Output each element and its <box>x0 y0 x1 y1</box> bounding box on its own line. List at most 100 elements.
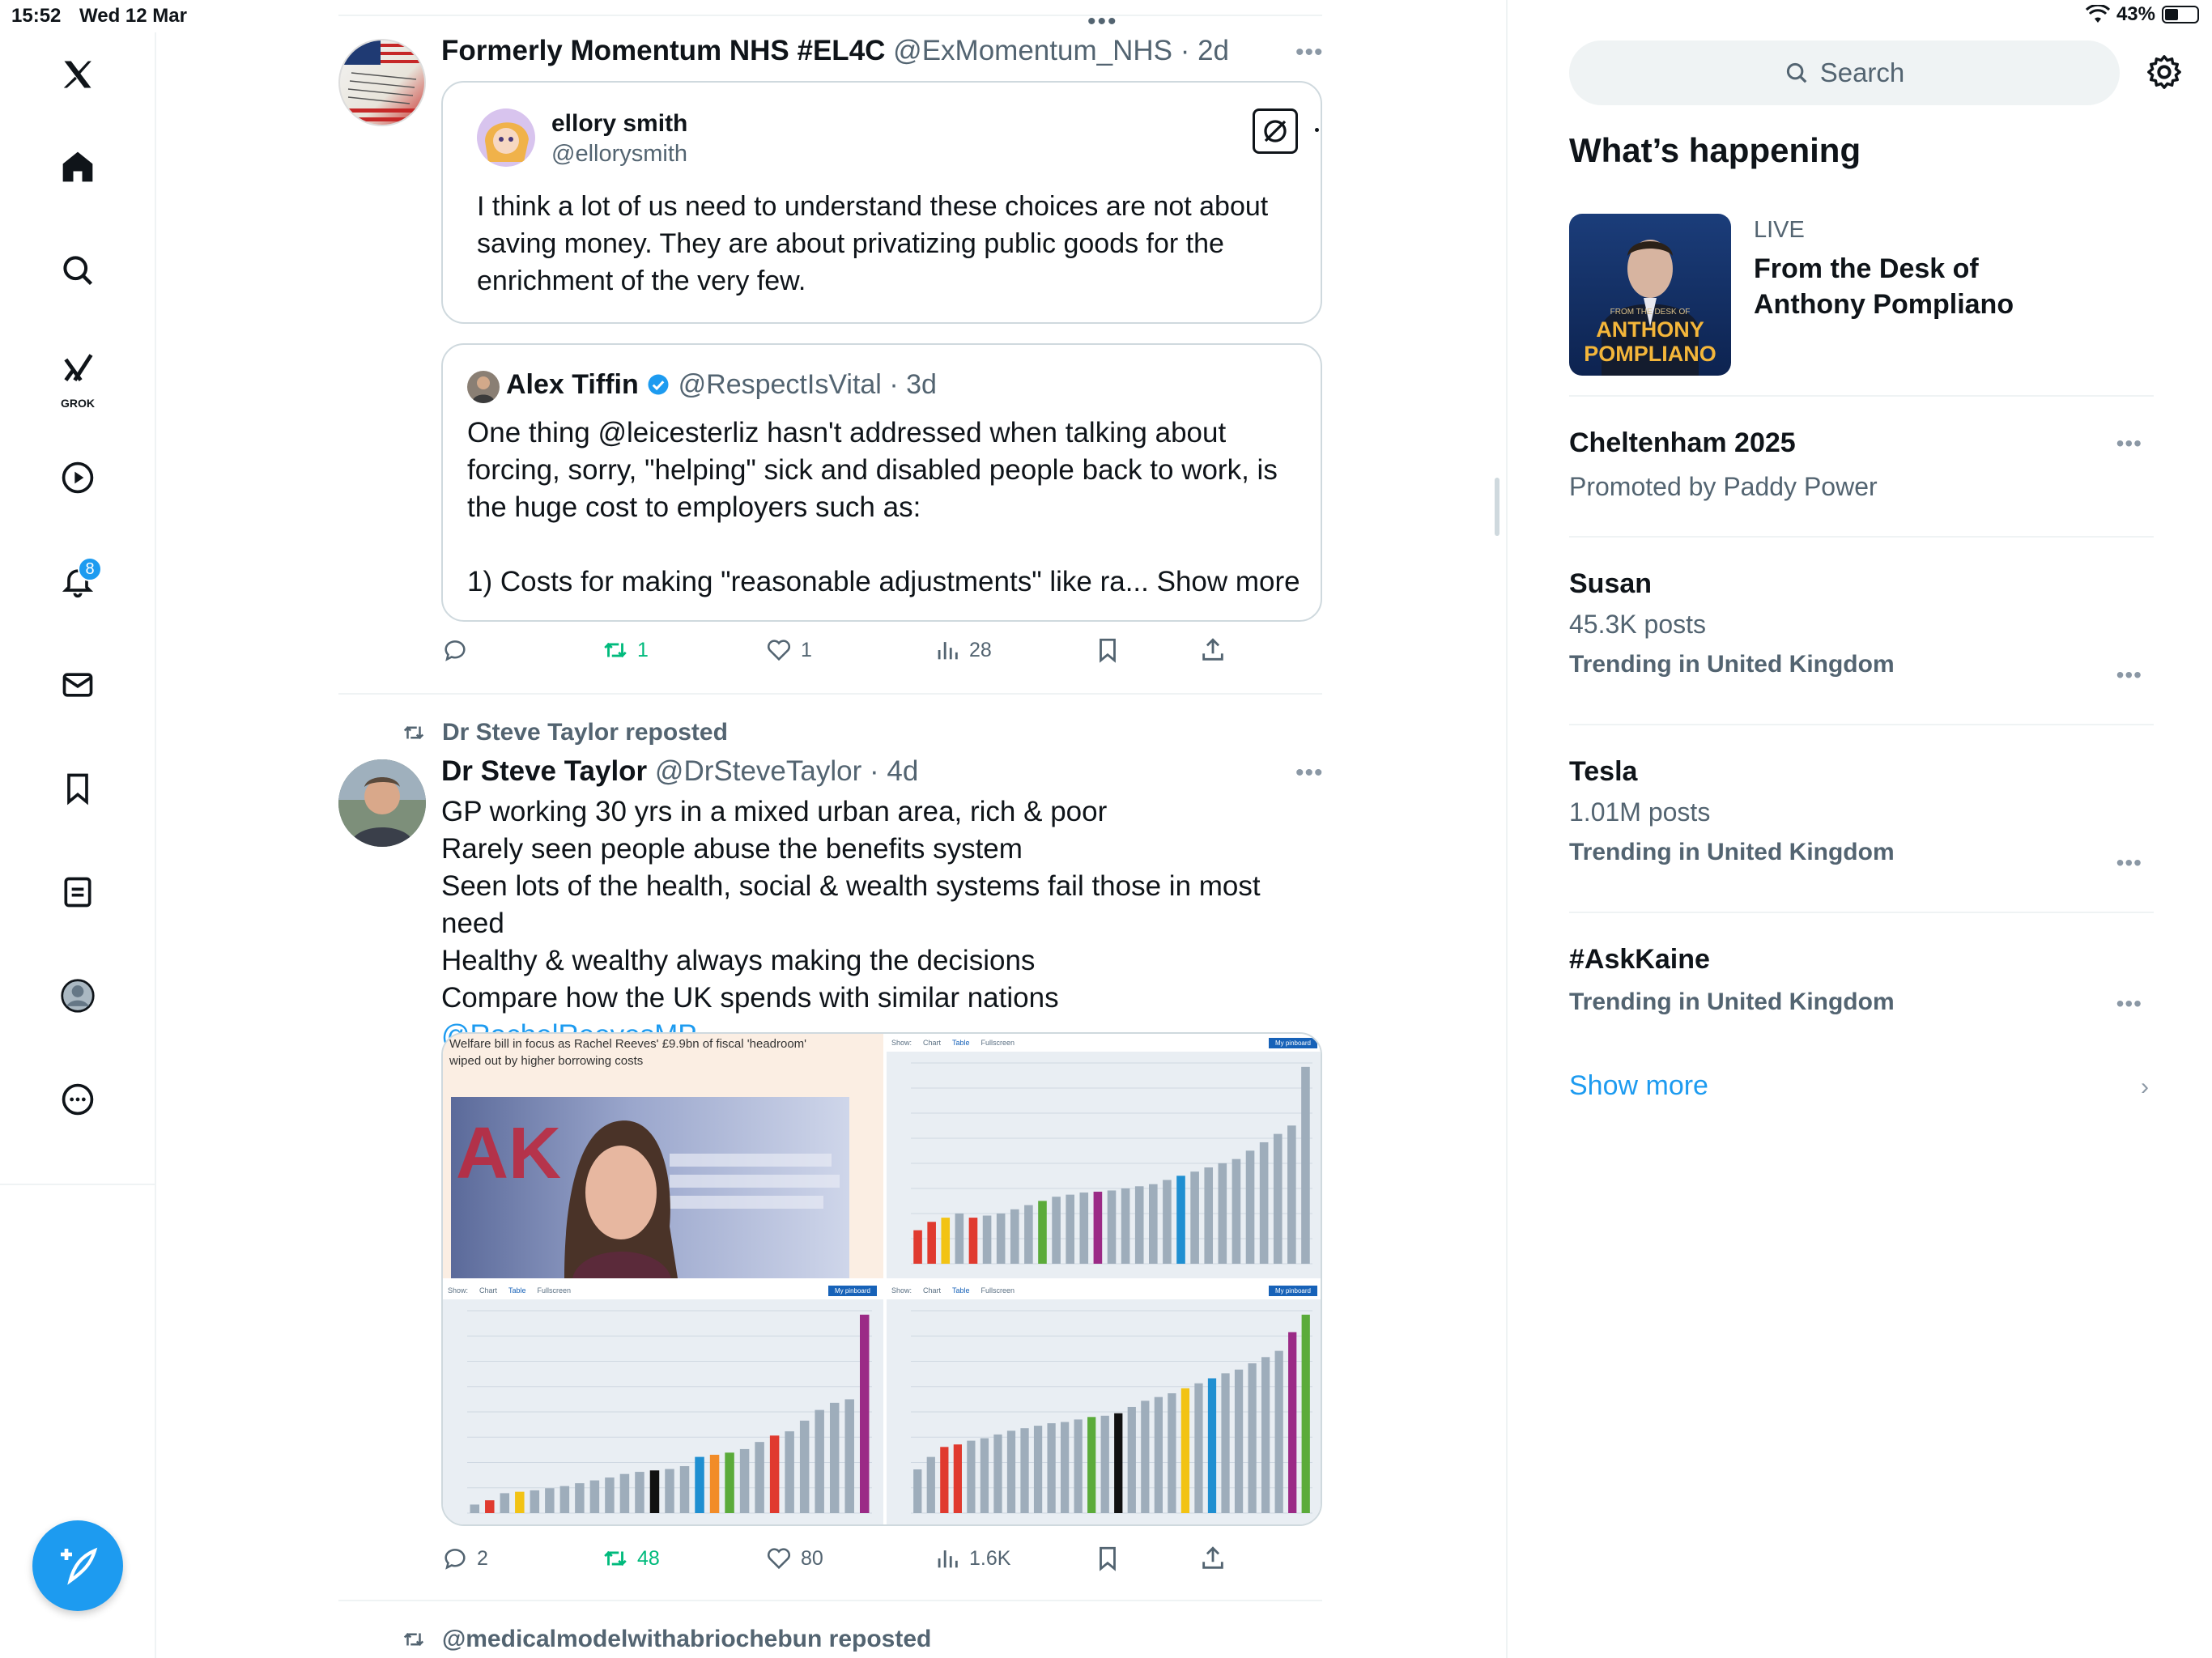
show-more-trends-link[interactable]: Show more <box>1569 1070 1708 1102</box>
x-logo-icon[interactable] <box>52 49 104 100</box>
views-button[interactable]: 28 <box>934 636 992 664</box>
chart-bar <box>725 1452 734 1513</box>
trend-item[interactable]: Susan 45.3K posts Trending in United Kin… <box>1569 568 2154 687</box>
messages-envelope-icon[interactable] <box>52 659 104 711</box>
show-more-link[interactable]: Show more <box>1157 566 1300 597</box>
chart-1-toolbar: Show: Chart Table Fullscreen My pinboard <box>887 1034 1321 1052</box>
chart-bar <box>1273 1133 1283 1264</box>
post-time[interactable]: · 4d <box>870 755 918 787</box>
drag-handle-dots[interactable]: ••• <box>1087 8 1118 36</box>
fullscreen-button[interactable]: Fullscreen <box>981 1286 1015 1295</box>
like-button[interactable]: 1 <box>765 636 812 664</box>
notifications-bell-icon[interactable]: 8 <box>52 555 104 607</box>
author-name[interactable]: Formerly Momentum NHS #EL4C <box>441 35 885 66</box>
chart-bar <box>1074 1419 1083 1513</box>
more-options-icon[interactable] <box>52 1073 104 1125</box>
chart-bar <box>1231 1158 1241 1264</box>
post-media-grid[interactable]: Welfare bill in focus as Rachel Reeves' … <box>441 1032 1322 1526</box>
fullscreen-button[interactable]: Fullscreen <box>981 1039 1015 1047</box>
repost-button[interactable]: 1 <box>602 636 649 664</box>
bookmark-button[interactable] <box>1094 1545 1121 1572</box>
bookmark-icon <box>1100 638 1116 663</box>
grok-icon[interactable]: GROK <box>52 342 104 410</box>
trend-meta: 1.01M posts <box>1569 797 1711 827</box>
trend-more-button[interactable]: ••• <box>2116 991 2142 1017</box>
notifications-badge: 8 <box>78 557 102 581</box>
chart-3[interactable]: Show: Chart Table Fullscreen My pinboard <box>887 1282 1321 1524</box>
chart-2[interactable]: Show: Chart Table Fullscreen My pinboard <box>443 1282 883 1524</box>
chart-bar <box>1163 1180 1172 1264</box>
chart-tab[interactable]: Chart <box>923 1039 941 1047</box>
pinboard-button[interactable]: My pinboard <box>1268 1285 1317 1296</box>
pinboard-button[interactable]: My pinboard <box>1268 1037 1317 1048</box>
split-view-handle[interactable] <box>1495 478 1499 536</box>
bookmarks-icon[interactable] <box>52 763 104 814</box>
like-button[interactable]: 80 <box>765 1545 823 1572</box>
table-tab[interactable]: Table <box>508 1286 526 1295</box>
post-more-button[interactable]: ••• <box>1295 39 1324 66</box>
chart-1[interactable]: Show: Chart Table Fullscreen My pinboard <box>887 1034 1321 1278</box>
table-tab[interactable]: Table <box>952 1039 970 1047</box>
table-tab[interactable]: Table <box>952 1286 970 1295</box>
compose-post-button[interactable] <box>32 1520 123 1611</box>
chart-show-label: Show: <box>891 1039 912 1047</box>
search-input[interactable]: Search <box>1569 40 2120 105</box>
author-avatar[interactable] <box>338 39 426 126</box>
home-icon[interactable] <box>52 141 104 193</box>
quoted-post-card-2[interactable]: Alex Tiffin @RespectIsVital · 3d One thi… <box>441 343 1322 622</box>
chart-bar <box>1301 1314 1310 1513</box>
trend-location: Trending in United Kingdom <box>1569 651 1895 678</box>
chart-bar <box>844 1399 854 1513</box>
reply-icon <box>445 640 466 661</box>
author-name[interactable]: Dr Steve Taylor <box>441 755 647 787</box>
trend-item[interactable]: Tesla 1.01M posts Trending in United Kin… <box>1569 756 2154 875</box>
bookmark-button[interactable] <box>1094 636 1121 664</box>
repost-attribution[interactable]: Dr Steve Taylor reposted <box>400 719 728 746</box>
live-title[interactable]: From the Desk of Anthony Pompliano <box>1754 251 2014 322</box>
settings-gear-icon[interactable] <box>2146 53 2183 91</box>
quote2-line: 1) Costs for making "reasonable adjustme… <box>467 566 1149 597</box>
chart-bar <box>1127 1406 1136 1513</box>
chart-tab[interactable]: Chart <box>923 1286 941 1295</box>
post-time[interactable]: · 2d <box>1180 35 1229 66</box>
fullscreen-button[interactable]: Fullscreen <box>538 1286 572 1295</box>
chart-tab[interactable]: Chart <box>479 1286 497 1295</box>
reply-button[interactable] <box>441 636 477 664</box>
pinboard-button[interactable]: My pinboard <box>827 1285 877 1296</box>
post-line: GP working 30 yrs in a mixed urban area,… <box>441 796 1108 827</box>
reply-button[interactable]: 2 <box>441 1545 488 1572</box>
repost-button[interactable]: 48 <box>602 1545 660 1572</box>
steve-taylor-avatar[interactable] <box>338 759 426 847</box>
video-play-icon[interactable] <box>52 452 104 504</box>
post-more-button[interactable]: ••• <box>1295 759 1324 787</box>
chart-bar <box>1024 1205 1033 1264</box>
lists-icon[interactable] <box>52 866 104 918</box>
trend-more-button[interactable]: ••• <box>2116 662 2142 688</box>
author-handle[interactable]: @DrSteveTaylor <box>655 755 861 787</box>
trend-more-button[interactable]: ••• <box>2116 850 2142 876</box>
profile-icon[interactable] <box>52 970 104 1022</box>
trend-item[interactable]: Cheltenham 2025 Promoted by Paddy Power … <box>1569 427 2154 502</box>
heart-icon <box>767 640 791 661</box>
post-line: Rarely seen people abuse the benefits sy… <box>441 833 1023 865</box>
news-article-image[interactable]: Welfare bill in focus as Rachel Reeves' … <box>443 1034 883 1278</box>
trend-item[interactable]: #AskKaine Trending in United Kingdom ••• <box>1569 944 2154 1016</box>
views-button[interactable]: 1.6K <box>934 1545 1010 1572</box>
trend-more-button[interactable]: ••• <box>2116 431 2142 457</box>
quoted-post-card[interactable]: ellory smith @ellorysmith I think a lot … <box>441 81 1322 324</box>
chart-bar <box>1168 1393 1176 1513</box>
chart-bar <box>785 1431 794 1513</box>
repost-attribution[interactable]: @medicalmodelwithabriochebun reposted <box>400 1626 931 1653</box>
platform-logo-icon[interactable] <box>1253 108 1298 154</box>
chart-bar <box>1047 1423 1056 1513</box>
chart-bar <box>1274 1350 1283 1513</box>
author-handle[interactable]: @ExMomentum_NHS <box>893 35 1172 66</box>
chevron-right-icon: › <box>2141 1073 2149 1100</box>
chart-bar <box>1221 1373 1230 1513</box>
search-nav-icon[interactable] <box>52 244 104 296</box>
share-button[interactable] <box>1199 1545 1227 1572</box>
share-button[interactable] <box>1199 636 1227 664</box>
chart-bar <box>1288 1332 1297 1513</box>
chart-bar <box>980 1438 989 1513</box>
live-thumbnail[interactable]: FROM THE DESK OF ANTHONY POMPLIANO <box>1569 214 1731 376</box>
